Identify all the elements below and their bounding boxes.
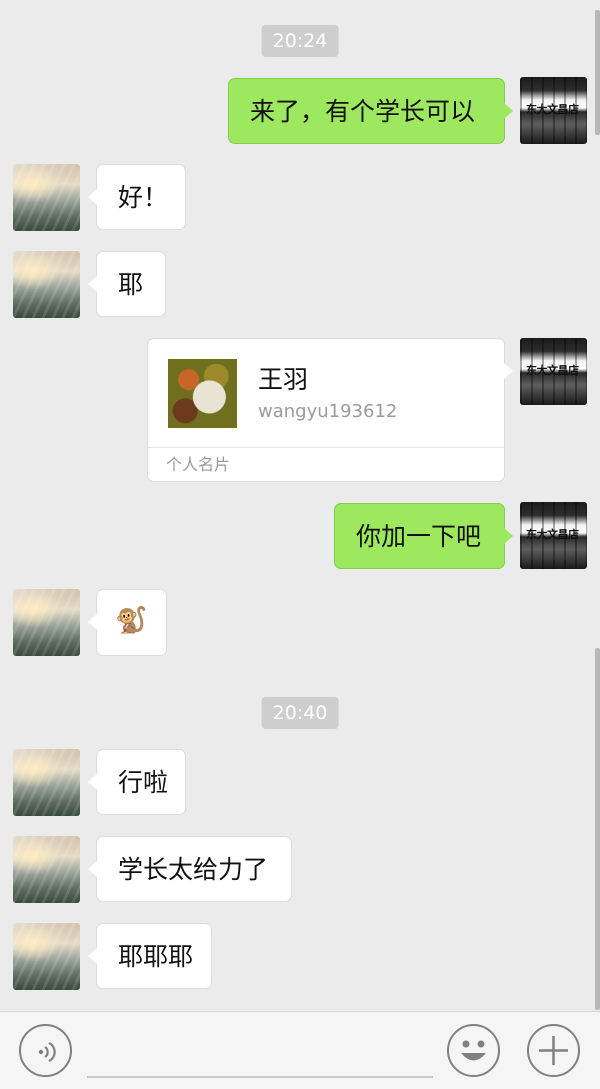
input-bar	[0, 1011, 600, 1089]
self-avatar-text: 东大文昌店	[526, 528, 579, 541]
voice-button[interactable]	[19, 1024, 72, 1077]
emoji-button[interactable]	[447, 1024, 500, 1077]
self-avatar-text: 东大文昌店	[526, 103, 579, 116]
self-avatar[interactable]: 东大文昌店	[520, 502, 587, 569]
plus-button[interactable]	[527, 1024, 580, 1077]
emoji-icon	[461, 1040, 486, 1061]
contact-card[interactable]: 王羽 wangyu193612 个人名片	[147, 338, 513, 482]
incoming-message-bubble[interactable]: 好！	[88, 164, 186, 230]
contact-avatar[interactable]	[13, 749, 80, 816]
incoming-message-bubble[interactable]: 耶	[88, 251, 166, 317]
contact-avatar[interactable]	[13, 836, 80, 903]
incoming-message-bubble[interactable]: 耶耶耶	[88, 923, 212, 989]
contact-card-name: 王羽	[258, 365, 309, 394]
self-avatar-text: 东大文昌店	[526, 364, 579, 377]
contact-card-label: 个人名片	[166, 455, 231, 474]
incoming-message-bubble[interactable]: 学长太给力了	[88, 836, 292, 902]
incoming-message-bubble[interactable]: 行啦	[88, 749, 186, 815]
outgoing-message-bubble[interactable]: 来了，有个学长可以	[228, 78, 513, 144]
incoming-emoji-bubble[interactable]: 🐒	[88, 589, 167, 656]
plus-icon	[539, 1036, 568, 1065]
contact-avatar[interactable]	[13, 251, 80, 318]
monkey-emoji-icon: 🐒	[115, 606, 148, 636]
contact-card-avatar	[168, 359, 237, 428]
message-input[interactable]	[87, 1026, 433, 1078]
contact-avatar[interactable]	[13, 589, 80, 656]
contact-avatar[interactable]	[13, 923, 80, 990]
timestamp: 20:40	[261, 697, 339, 729]
voice-icon	[38, 1042, 56, 1062]
outgoing-message-bubble[interactable]: 你加一下吧	[334, 503, 513, 569]
self-avatar[interactable]: 东大文昌店	[520, 77, 587, 144]
contact-card-divider	[148, 447, 504, 448]
contact-avatar[interactable]	[13, 164, 80, 231]
self-avatar[interactable]: 东大文昌店	[520, 338, 587, 405]
timestamp: 20:24	[261, 25, 339, 57]
scroll-indicator-top[interactable]	[595, 10, 600, 135]
scroll-indicator-bottom[interactable]	[595, 648, 600, 1010]
contact-card-id: wangyu193612	[258, 401, 398, 422]
